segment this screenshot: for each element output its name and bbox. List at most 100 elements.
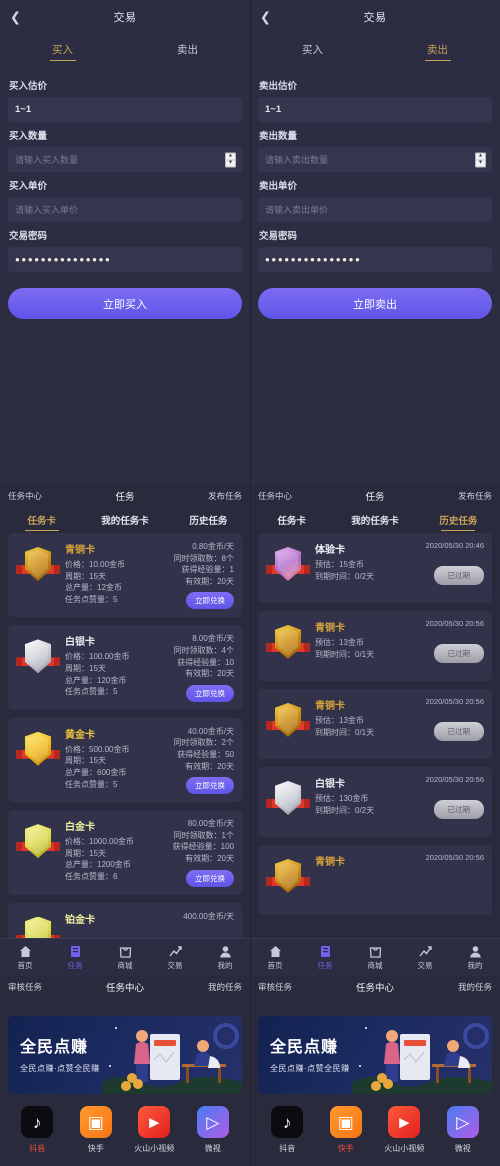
buy-now-button[interactable]: 立即买入 xyxy=(8,288,242,319)
exchange-now-button[interactable]: 立即兑换 xyxy=(186,592,234,610)
estimate-field[interactable]: 1~1 xyxy=(258,97,492,122)
app-shortcut-快手[interactable]: ▣ 快手 xyxy=(67,1106,126,1154)
my-task-link[interactable]: 我的任务 xyxy=(458,981,492,993)
card-price: 价格：1000.00金币 xyxy=(65,837,134,847)
app-shortcut-火山小视频[interactable]: ► 火山小视频 xyxy=(125,1106,184,1154)
card-price: 价格：100.00金币 xyxy=(65,652,130,662)
quantity-field[interactable]: 请输入买入数量 ▲ ▼ xyxy=(8,147,242,172)
history-task-row[interactable]: 白银卡 预估：130金币 到期时间：0/2天 2020/05/30 20:56 已过期 xyxy=(258,767,492,837)
app-shortcut-快手[interactable]: ▣ 快手 xyxy=(317,1106,376,1154)
task-card[interactable]: 青铜卡 价格：10.00金币 周期：15天 总产量：12金币 任务点赞量：5 0.80金币… xyxy=(8,533,242,618)
banner-subtitle: 全民点赚·点赞全民赚 xyxy=(20,1064,100,1073)
nav-item-我的[interactable]: 我的 xyxy=(450,945,500,971)
app-shortcut-row: ♪ 抖音 ▣ 快手 ► 火山小视频 ▷ 微视 xyxy=(258,1106,492,1154)
tab-task-cards[interactable]: 任务卡 xyxy=(0,507,83,533)
card-experience: 获得经验量：1 xyxy=(181,565,234,575)
status-badge-expired[interactable]: 已过期 xyxy=(433,566,484,585)
exchange-now-button[interactable]: 立即兑换 xyxy=(186,684,234,702)
task-card[interactable]: 黄金卡 价格：500.00金币 周期：15天 总产量：600金币 任务点赞量：5 40.0… xyxy=(8,717,242,803)
app-shortcut-火山小视频[interactable]: ► 火山小视频 xyxy=(375,1106,434,1154)
nav-item-任务[interactable]: 任务 xyxy=(50,945,100,971)
back-chevron-icon[interactable]: ❮ xyxy=(260,11,271,24)
app-shortcut-微视[interactable]: ▷ 微视 xyxy=(184,1106,243,1154)
weishi-icon: ▷ xyxy=(196,1106,229,1138)
history-task-row[interactable]: 青铜卡 预估：13金币 到期时间：0/1天 2020/05/30 20:56 已过期 xyxy=(258,689,492,759)
unit-price-field[interactable]: 请输入买入单价 xyxy=(8,197,242,222)
status-badge-expired[interactable]: 已过期 xyxy=(433,722,484,741)
timestamp: 2020/05/30 20:56 xyxy=(425,775,484,784)
tab-sell[interactable]: 卖出 xyxy=(375,34,500,64)
task-center-link[interactable]: 任务中心 xyxy=(258,490,292,502)
pane-divider xyxy=(250,0,251,1166)
app-shortcut-抖音[interactable]: ♪ 抖音 xyxy=(8,1106,67,1154)
task-card-list: 青铜卡 价格：10.00金币 周期：15天 总产量：12金币 任务点赞量：5 0.80金币… xyxy=(0,533,250,938)
nav-item-商城[interactable]: 商城 xyxy=(100,945,150,971)
nav-item-我的[interactable]: 我的 xyxy=(200,945,250,971)
history-task-row[interactable]: 青铜卡 2020/05/30 20:56 xyxy=(258,845,492,915)
sell-now-button[interactable]: 立即卖出 xyxy=(258,288,492,319)
my-task-link[interactable]: 我的任务 xyxy=(208,981,242,993)
history-meta: 2020/05/30 20:56 已过期 xyxy=(400,619,484,673)
app-glyph-icon: ▷ xyxy=(456,1112,470,1132)
publish-task-link[interactable]: 发布任务 xyxy=(208,490,242,502)
unit-price-placeholder: 请输入买入单价 xyxy=(15,205,79,215)
field-label-estimate: 卖出估价 xyxy=(259,81,298,92)
card-cycle: 周期：15天 xyxy=(65,663,106,673)
stepper-down-icon[interactable]: ▼ xyxy=(476,160,485,166)
exchange-now-button[interactable]: 立即兑换 xyxy=(186,777,234,795)
nav-item-任务[interactable]: 任务 xyxy=(300,945,350,971)
shield-icon xyxy=(25,916,51,938)
tab-history-tasks[interactable]: 历史任务 xyxy=(167,507,250,533)
task-card[interactable]: 白银卡 价格：100.00金币 周期：15天 总产量：120金币 任务点赞量：5 8.00… xyxy=(8,625,242,710)
task-page-title: 任务 xyxy=(365,492,385,503)
field-label-unit-price: 卖出单价 xyxy=(259,181,298,192)
nav-item-商城[interactable]: 商城 xyxy=(350,945,400,971)
app-shortcut-微视[interactable]: ▷ 微视 xyxy=(434,1106,493,1154)
nav-item-首页[interactable]: 首页 xyxy=(250,945,300,971)
status-badge-expired[interactable]: 已过期 xyxy=(433,644,484,663)
stepper-up-icon[interactable]: ▲ xyxy=(226,153,235,160)
nav-item-label: 我的 xyxy=(467,960,483,970)
promo-banner[interactable]: 全民点赚 全民点赚·点赞全民赚 xyxy=(8,1016,242,1094)
nav-item-首页[interactable]: 首页 xyxy=(0,945,50,971)
promo-banner[interactable]: 全民点赚 全民点赚·点赞全民赚 xyxy=(258,1016,492,1094)
task-card[interactable]: 铂金卡 400.00金币/天 xyxy=(8,902,242,938)
tab-my-task-cards[interactable]: 我的任务卡 xyxy=(83,507,166,533)
quantity-field[interactable]: 请输入卖出数量 ▲ ▼ xyxy=(258,147,492,172)
tab-my-task-cards[interactable]: 我的任务卡 xyxy=(333,507,416,533)
tab-history-tasks[interactable]: 历史任务 xyxy=(417,507,500,533)
nav-item-交易[interactable]: 交易 xyxy=(150,945,200,971)
quantity-stepper[interactable]: ▲ ▼ xyxy=(475,152,486,167)
back-chevron-icon[interactable]: ❮ xyxy=(10,11,21,24)
card-experience: 获得经验量：50 xyxy=(177,749,234,759)
card-concurrent: 同时领取数：8个 xyxy=(173,553,234,563)
review-task-link[interactable]: 审核任务 xyxy=(258,981,292,993)
tab-buy[interactable]: 买入 xyxy=(250,34,375,64)
card-experience: 获得经验量：10 xyxy=(177,657,234,667)
nav-item-交易[interactable]: 交易 xyxy=(400,945,450,971)
task-center-link[interactable]: 任务中心 xyxy=(8,490,42,502)
task-card[interactable]: 白金卡 价格：1000.00金币 周期：15天 总产量：1200金币 任务点赞量：6 80… xyxy=(8,810,242,895)
history-task-row[interactable]: 体验卡 预估：15金币 到期时间：0/2天 2020/05/30 20:46 已过期 xyxy=(258,533,492,603)
stepper-up-icon[interactable]: ▲ xyxy=(476,153,485,160)
review-task-link[interactable]: 审核任务 xyxy=(8,981,42,993)
banner-illustration-icon xyxy=(102,1023,242,1094)
tab-buy[interactable]: 买入 xyxy=(0,34,125,64)
publish-task-link[interactable]: 发布任务 xyxy=(458,490,492,502)
task-page-title: 任务 xyxy=(115,492,135,503)
app-glyph-icon: ▣ xyxy=(87,1112,104,1132)
quantity-stepper[interactable]: ▲ ▼ xyxy=(225,152,236,167)
tab-sell[interactable]: 卖出 xyxy=(125,34,250,64)
history-task-row[interactable]: 青铜卡 预估：13金币 到期时间：0/1天 2020/05/30 20:56 已过期 xyxy=(258,611,492,681)
estimate-field[interactable]: 1~1 xyxy=(8,97,242,122)
tab-task-cards[interactable]: 任务卡 xyxy=(250,507,333,533)
unit-price-field[interactable]: 请输入卖出单价 xyxy=(258,197,492,222)
status-badge-expired[interactable]: 已过期 xyxy=(433,800,484,819)
stepper-down-icon[interactable]: ▼ xyxy=(226,160,235,166)
history-details: 青铜卡 预估：13金币 到期时间：0/1天 xyxy=(310,697,400,751)
app-shortcut-抖音[interactable]: ♪ 抖音 xyxy=(258,1106,317,1154)
exchange-now-button[interactable]: 立即兑换 xyxy=(186,869,234,887)
weishi-icon: ▷ xyxy=(446,1106,479,1138)
password-field[interactable]: ●●●●●●●●●●●●●●● xyxy=(8,247,242,272)
password-field[interactable]: ●●●●●●●●●●●●●●● xyxy=(258,247,492,272)
